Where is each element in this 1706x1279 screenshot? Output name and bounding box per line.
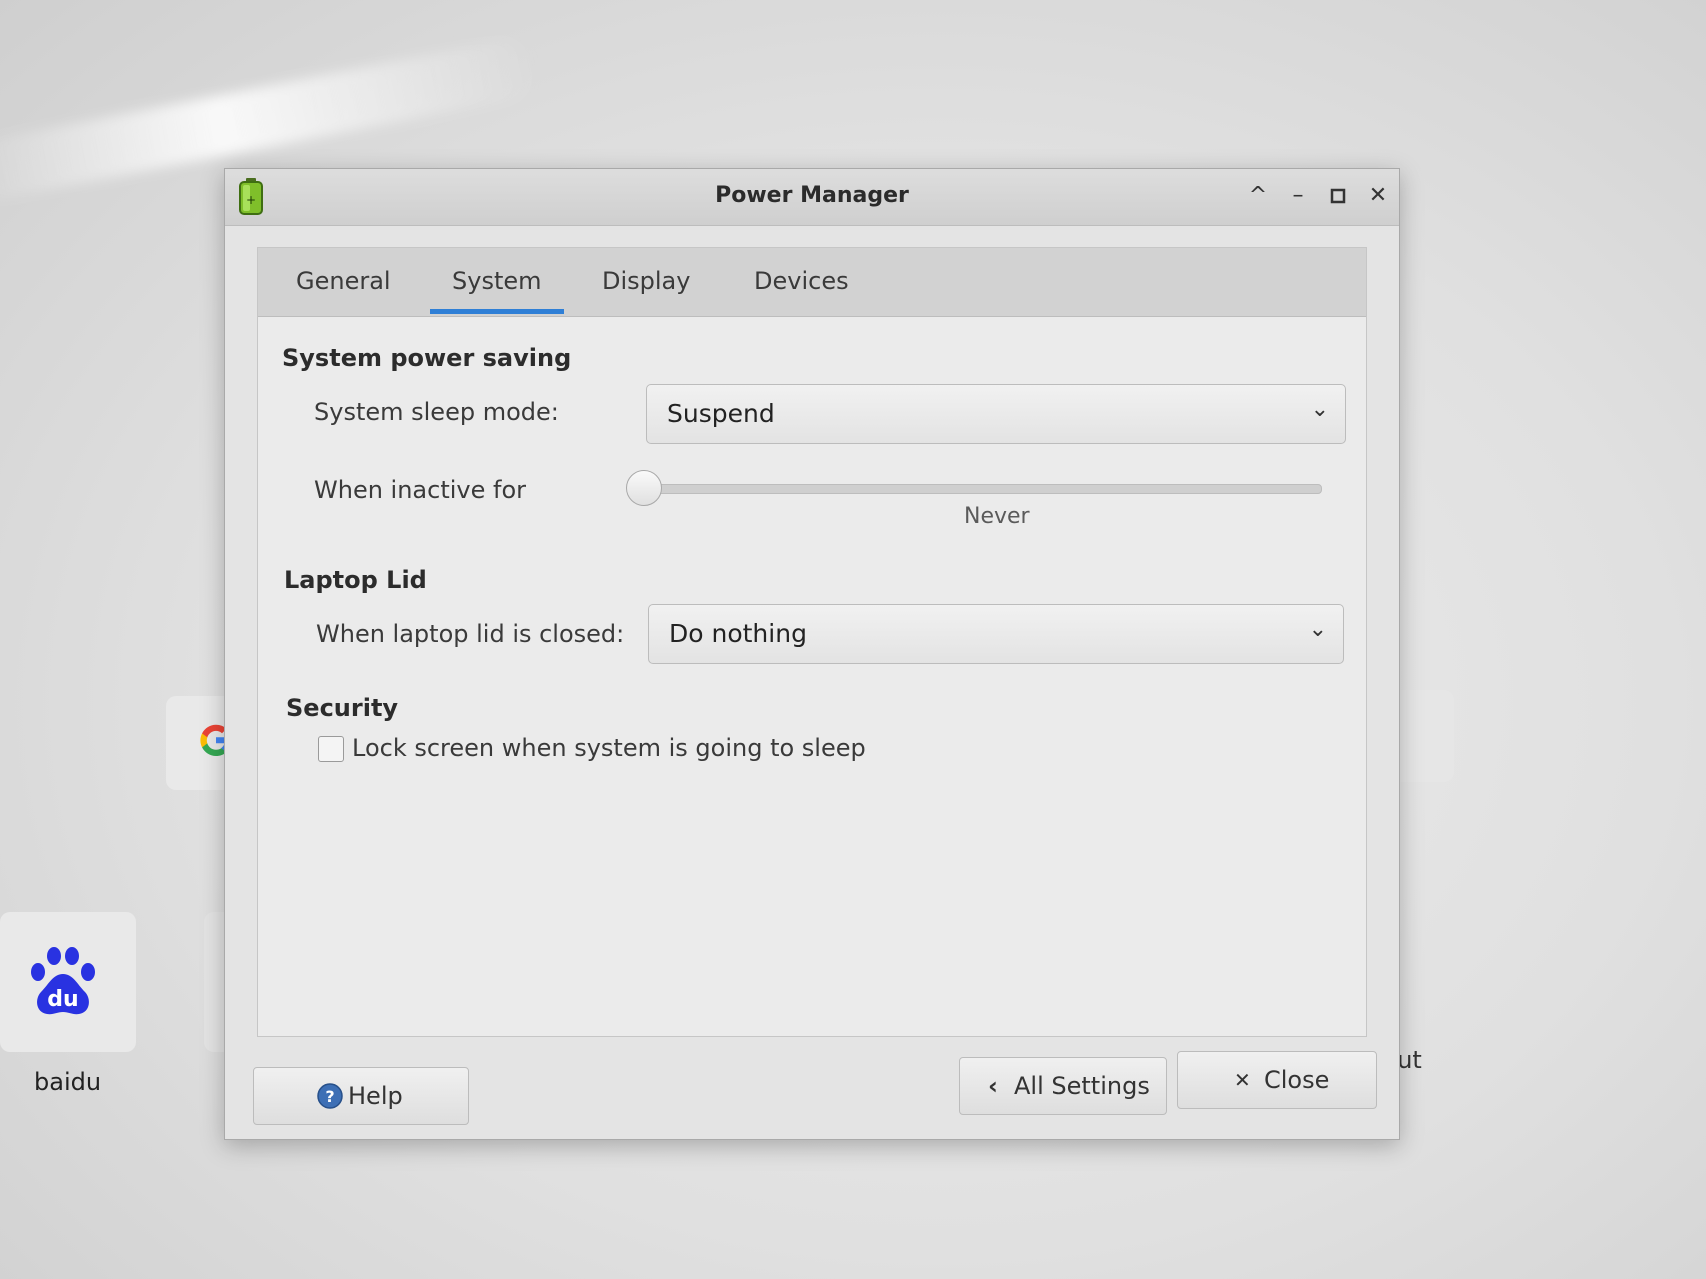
security-heading: Security (286, 694, 399, 722)
lid-closed-label: When laptop lid is closed: (316, 620, 625, 648)
lock-screen-checkbox[interactable] (318, 736, 344, 762)
title-bar[interactable]: + Power Manager ^ – ✕ (225, 169, 1399, 226)
close-button-label: Close (1264, 1066, 1330, 1094)
svg-text:?: ? (325, 1087, 334, 1106)
inactive-slider-handle[interactable] (626, 470, 662, 506)
tab-system[interactable]: System (430, 248, 563, 316)
tab-display[interactable]: Display (602, 248, 690, 316)
tab-bar: General System Display Devices (258, 248, 1366, 317)
sleep-mode-value: Suspend (667, 399, 775, 428)
baidu-paw-icon: du (31, 947, 95, 1015)
inactive-label: When inactive for (314, 476, 527, 504)
lid-closed-select[interactable]: Do nothing ⌄ (648, 604, 1344, 664)
tab-devices[interactable]: Devices (754, 248, 849, 316)
settings-panel: General System Display Devices System po… (257, 247, 1367, 1037)
laptop-lid-heading: Laptop Lid (284, 566, 427, 594)
tab-general[interactable]: General (296, 248, 391, 316)
help-button-label: Help (348, 1082, 403, 1110)
window-title: Power Manager (715, 183, 909, 208)
inactive-slider-track[interactable] (644, 484, 1322, 494)
sleep-mode-select[interactable]: Suspend ⌄ (646, 384, 1346, 444)
all-settings-label: All Settings (1014, 1072, 1150, 1100)
sleep-mode-label: System sleep mode: (314, 398, 559, 426)
shade-window-button[interactable]: ^ (1243, 181, 1273, 211)
minimize-button[interactable]: – (1283, 181, 1313, 211)
help-icon: ? (317, 1083, 343, 1109)
close-window-button[interactable]: ✕ (1363, 181, 1393, 211)
help-button[interactable]: ? Help (253, 1067, 469, 1125)
lock-screen-label[interactable]: Lock screen when system is going to slee… (352, 734, 866, 762)
svg-text:du: du (47, 987, 78, 1012)
close-button[interactable]: ✕ Close (1177, 1051, 1377, 1109)
inactive-slider-value: Never (964, 504, 1030, 529)
all-settings-button[interactable]: ‹ All Settings (959, 1057, 1167, 1115)
chevron-down-icon: ⌄ (1310, 397, 1329, 422)
maximize-button[interactable] (1323, 181, 1353, 211)
maximize-icon (1330, 188, 1346, 204)
chevron-down-icon: ⌄ (1308, 617, 1327, 642)
power-manager-window: + Power Manager ^ – ✕ General System Dis… (224, 168, 1400, 1140)
lid-closed-value: Do nothing (669, 619, 807, 648)
chevron-left-icon: ‹ (988, 1072, 998, 1100)
close-icon: ✕ (1234, 1068, 1251, 1092)
baidu-label: baidu (34, 1068, 102, 1096)
system-power-saving-heading: System power saving (282, 344, 572, 372)
